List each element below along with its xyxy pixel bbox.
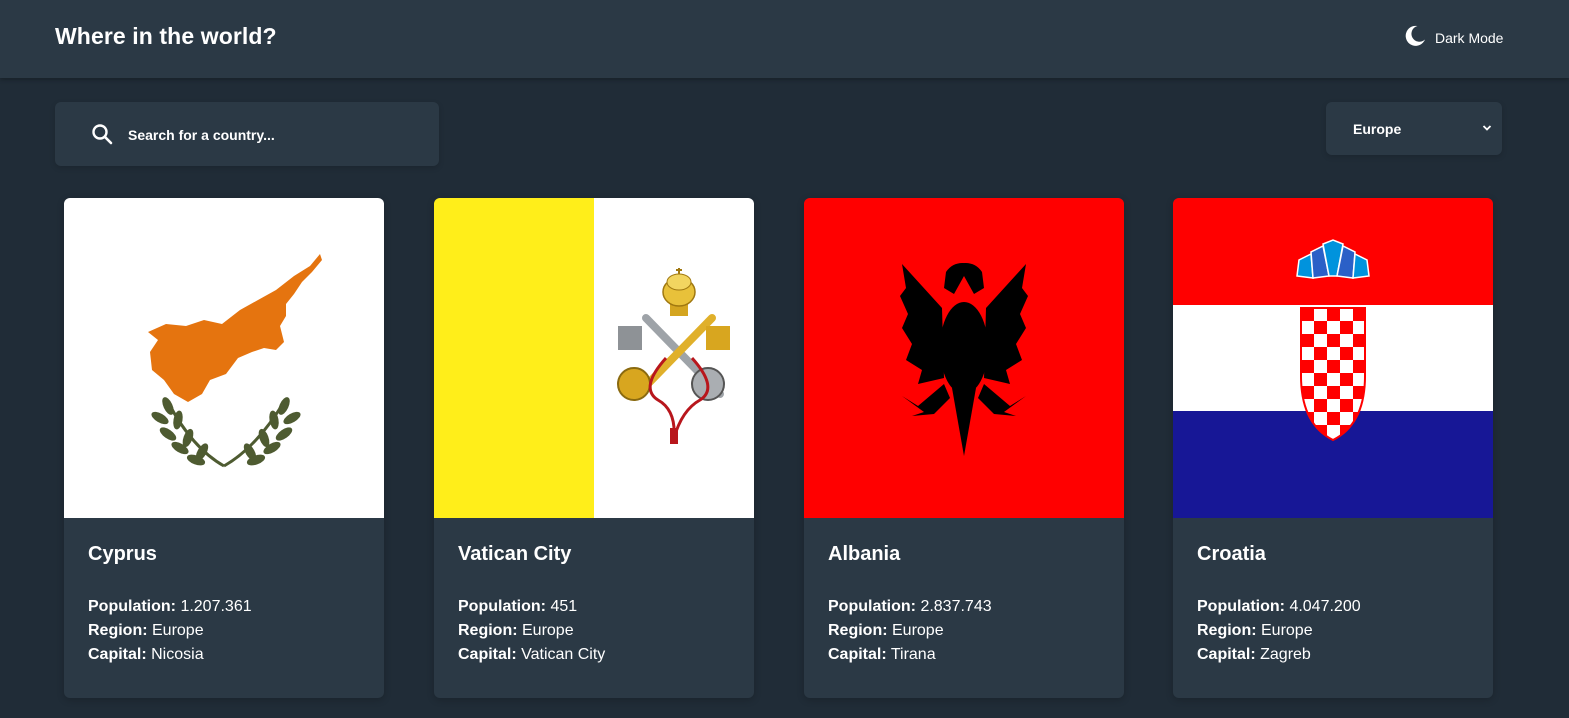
capital-label: Capital: [1197, 646, 1256, 663]
capital-value: Vatican City [521, 646, 606, 663]
country-details: Population: 4.047.200 Region: Europe Cap… [1197, 595, 1361, 667]
population-value: 4.047.200 [1289, 598, 1361, 615]
country-name: Albania [828, 543, 901, 565]
population-value: 1.207.361 [180, 598, 252, 615]
population-value: 2.837.743 [920, 598, 992, 615]
capital-label: Capital: [828, 646, 887, 663]
capital-value: Tirana [890, 646, 936, 663]
search-icon [91, 123, 113, 150]
region-value: Europe [892, 622, 944, 639]
region-filter-value: Europe [1353, 120, 1402, 137]
population-label: Population: [1197, 598, 1285, 615]
top-header: Where in the world? Dark Mode [0, 0, 1569, 78]
croatia-flag [1173, 198, 1493, 518]
country-card-albania[interactable]: Albania Population: 2.837.743 Region: Eu… [804, 198, 1124, 698]
country-details: Population: 451 Region: Europe Capital: … [458, 595, 605, 667]
capital-value: Zagreb [1260, 646, 1311, 663]
region-label: Region: [88, 622, 148, 639]
region-value: Europe [522, 622, 574, 639]
cyprus-flag [64, 198, 384, 518]
region-filter-select[interactable]: Europe [1326, 102, 1502, 155]
country-card-croatia[interactable]: Croatia Population: 4.047.200 Region: Eu… [1173, 198, 1493, 698]
region-value: Europe [152, 622, 204, 639]
capital-label: Capital: [458, 646, 517, 663]
population-label: Population: [828, 598, 916, 615]
population-value: 451 [550, 598, 578, 615]
country-card-cyprus[interactable]: Cyprus Population: 1.207.361 Region: Eur… [64, 198, 384, 698]
capital-label: Capital: [88, 646, 147, 663]
chevron-down-icon [1482, 120, 1492, 138]
search-box [55, 102, 439, 166]
population-label: Population: [88, 598, 176, 615]
dark-mode-toggle[interactable]: Dark Mode [1403, 24, 1504, 53]
region-label: Region: [1197, 622, 1257, 639]
moon-icon [1403, 24, 1427, 53]
country-details: Population: 1.207.361 Region: Europe Cap… [88, 595, 252, 667]
country-card-vatican-city[interactable]: Vatican City Population: 451 Region: Eur… [434, 198, 754, 698]
population-label: Population: [458, 598, 546, 615]
vatican-flag [434, 198, 754, 518]
country-name: Cyprus [88, 543, 157, 565]
region-value: Europe [1261, 622, 1313, 639]
albania-flag [804, 198, 1124, 518]
search-input[interactable] [126, 120, 420, 150]
capital-value: Nicosia [151, 646, 204, 663]
region-label: Region: [458, 622, 518, 639]
region-label: Region: [828, 622, 888, 639]
dark-mode-label: Dark Mode [1435, 30, 1504, 46]
page-title: Where in the world? [55, 23, 277, 49]
country-name: Vatican City [458, 543, 572, 565]
country-details: Population: 2.837.743 Region: Europe Cap… [828, 595, 992, 667]
country-name: Croatia [1197, 543, 1266, 565]
